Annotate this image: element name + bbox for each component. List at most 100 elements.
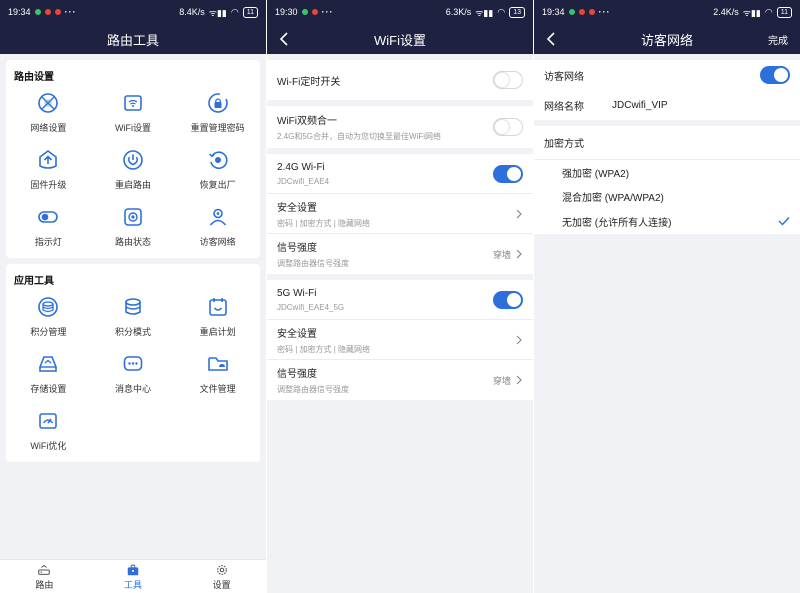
signal-strength-row[interactable]: 信号强度 调整路由器信号强度 穿墙 <box>267 234 533 274</box>
page-title: 路由工具 <box>106 32 159 48</box>
points-mode-icon <box>125 298 141 315</box>
restore-icon <box>208 151 228 169</box>
dual-band-toggle[interactable] <box>493 118 523 136</box>
tool-item[interactable]: 网络设置 <box>6 91 91 134</box>
section-title: 应用工具 <box>14 276 54 287</box>
tool-item[interactable]: 积分管理 <box>6 295 91 338</box>
signal-strength-row[interactable]: 信号强度 调整路由器信号强度 穿墙 <box>267 360 533 400</box>
tool-item[interactable]: 积分模式 <box>91 295 176 338</box>
row-title: 安全设置 <box>277 202 317 214</box>
security-settings-row[interactable]: 安全设置 密码 | 加密方式 | 隐藏网络 <box>267 320 533 360</box>
more-notifications: ··· <box>64 7 77 17</box>
chevron-right-icon <box>516 249 522 259</box>
band-24g-toggle[interactable] <box>493 164 523 183</box>
status-time: 19:30 <box>275 7 298 17</box>
notification-icon <box>54 9 61 15</box>
row-title: 信号强度 <box>277 369 317 380</box>
tab-router[interactable]: 路由 <box>0 560 89 593</box>
band-5g-group: 5G Wi-Fi JDCwifi_EAE4_5G 安全设置 密码 | 加密方式 … <box>267 280 533 400</box>
encryption-group: 加密方式 强加密 (WPA2) 混合加密 (WPA/WPA2) 无加密 (允许所… <box>534 126 800 234</box>
router-settings-card: 路由设置 网络设置 WiFi设置 重置管理密码固件升级 重启路由 恢复出厂指示灯 路由状态… <box>6 60 260 258</box>
wifi-status-icon: ◠ <box>230 6 239 17</box>
message-icon <box>123 356 143 371</box>
back-arrow-icon[interactable] <box>544 31 560 47</box>
power-icon <box>123 150 143 170</box>
tool-item[interactable]: 恢复出厂 <box>175 148 260 191</box>
tool-item[interactable]: 固件升级 <box>6 148 91 191</box>
chevron-right-icon <box>516 335 522 344</box>
folder-icon <box>207 357 228 371</box>
option-label: 混合加密 (WPA/WPA2) <box>562 192 664 204</box>
status-bar: 19:30 ··· 6.3K/s ᯤ▮▮ ◠ 13 <box>267 0 533 24</box>
guest-group: 访客网络 网络名称 JDCwifi_VIP <box>534 60 800 120</box>
tool-item[interactable]: 重置管理密码 <box>175 91 260 134</box>
wifi-timer-toggle[interactable] <box>493 71 523 89</box>
tool-item[interactable]: 指示灯 <box>6 205 91 248</box>
tab-settings[interactable]: 设置 <box>177 560 266 593</box>
section-title: 路由设置 <box>14 72 54 83</box>
router-tools-grid: 网络设置 WiFi设置 重置管理密码固件升级 重启路由 恢复出厂指示灯 路由状态 访客网络 <box>6 91 260 248</box>
row-title: 5G Wi-Fi <box>277 287 317 299</box>
done-button[interactable]: 完成 <box>768 32 788 47</box>
tool-item[interactable]: 消息中心 <box>91 352 176 395</box>
row-title: 安全设置 <box>277 328 317 340</box>
page-title: 访客网络 <box>640 32 693 48</box>
tool-item[interactable]: 路由状态 <box>91 205 176 248</box>
guest-network-toggle[interactable] <box>760 66 790 84</box>
battery-icon: 11 <box>242 6 258 18</box>
notification-icon <box>44 9 51 15</box>
tool-label: 存储设置 <box>30 384 67 394</box>
timer-group: Wi-Fi定时开关 <box>267 60 533 100</box>
wifi-settings-screen: 19:30 ··· 6.3K/s ᯤ▮▮ ◠ 13 WiFi设置 Wi-Fi定时… <box>267 0 533 593</box>
back-arrow-icon[interactable] <box>277 31 293 47</box>
status-bar: 19:34 ··· 2.4K/s ᯤ▮▮ ◠ 11 <box>534 0 800 24</box>
section-title: 加密方式 <box>544 139 584 150</box>
band-5g-toggle[interactable] <box>493 290 523 309</box>
network-name-row[interactable]: 网络名称 JDCwifi_VIP <box>534 90 800 120</box>
app-tools-card: 应用工具 积分管理 积分模式 重启计划存储设置 消息中心 文件管理 WiFi优化 <box>6 264 260 462</box>
tool-item[interactable]: 重启计划 <box>175 295 260 338</box>
tool-item[interactable]: WiFi设置 <box>91 91 176 134</box>
battery-icon: 13 <box>509 6 525 18</box>
wifi-status-icon: ◠ <box>497 6 506 17</box>
notification-icon <box>311 9 318 15</box>
tool-label: 恢复出厂 <box>199 180 236 190</box>
wifi-status-icon: ◠ <box>764 6 773 17</box>
toggle-light-icon <box>38 211 59 223</box>
lock-reset-icon <box>207 93 228 113</box>
app-tools-grid: 积分管理 积分模式 重启计划存储设置 消息中心 文件管理 WiFi优化 <box>6 295 260 452</box>
network-name-value: JDCwifi_VIP <box>612 99 668 111</box>
calendar-icon <box>208 298 227 316</box>
option-label: 无加密 (允许所有人连接) <box>562 217 672 229</box>
ssid-label: JDCwifi_EAE4_5G <box>277 302 345 312</box>
tool-item[interactable]: 存储设置 <box>6 352 91 395</box>
security-settings-row[interactable]: 安全设置 密码 | 加密方式 | 隐藏网络 <box>267 194 533 234</box>
wechat-icon <box>568 9 575 15</box>
ssid-label: JDCwifi_EAE4 <box>277 176 330 186</box>
navbar: 路由工具 <box>0 24 266 54</box>
tool-label: 重启计划 <box>199 327 236 337</box>
signal-icon: ᯤ▮▮ <box>208 7 227 18</box>
guest-network-row: 访客网络 <box>534 60 800 90</box>
status-bar: 19:34 ··· 8.4K/s ᯤ▮▮ ◠ 11 <box>0 0 266 24</box>
storage-icon <box>39 356 58 372</box>
status-time: 19:34 <box>8 7 31 17</box>
encryption-option[interactable]: 强加密 (WPA2) <box>534 160 800 184</box>
signal-value: 穿墙 <box>492 249 511 260</box>
tool-item[interactable]: 访客网络 <box>175 205 260 248</box>
tool-label: 积分管理 <box>30 327 67 337</box>
tool-item[interactable]: 重启路由 <box>91 148 176 191</box>
tab-tools[interactable]: 工具 <box>89 560 178 593</box>
encryption-header-row: 加密方式 <box>534 126 800 160</box>
row-title: 网络名称 <box>544 101 584 113</box>
tool-label: WiFi设置 <box>114 123 151 133</box>
tool-item[interactable]: 文件管理 <box>175 352 260 395</box>
row-subtitle: 调整路由器信号强度 <box>277 385 349 394</box>
tool-item[interactable]: WiFi优化 <box>6 409 91 452</box>
option-label: 强加密 (WPA2) <box>562 168 630 180</box>
tool-label: WiFi优化 <box>30 441 67 451</box>
guest-icon <box>209 208 226 226</box>
encryption-option-selected[interactable]: 无加密 (允许所有人连接) <box>534 208 800 234</box>
tool-label: 重置管理密码 <box>190 123 245 133</box>
encryption-option[interactable]: 混合加密 (WPA/WPA2) <box>534 184 800 208</box>
